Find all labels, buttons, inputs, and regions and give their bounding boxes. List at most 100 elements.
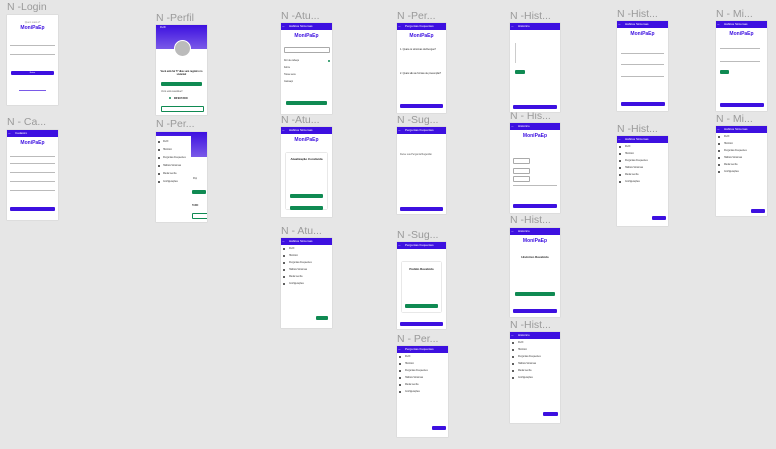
menu-item-4[interactable]: Hábitos Sintomas	[518, 363, 536, 365]
cadastro-frame[interactable]: ← Cadastro MoniPaEp	[7, 130, 58, 220]
cadastro-header: ← Cadastro	[7, 130, 58, 137]
side-menu[interactable]: Perfil Histórico Perguntas Frequentes Há…	[156, 136, 191, 222]
sug2-button[interactable]	[400, 322, 443, 326]
perfil-frame[interactable]: Perfil Você está há 7? dias sem registro…	[156, 25, 207, 115]
cadastro-field-3[interactable]	[10, 172, 55, 173]
frame-label-atu2: N -Atu...	[281, 114, 320, 126]
his3-field-3[interactable]	[513, 176, 530, 182]
search-input[interactable]	[284, 47, 330, 53]
hist5-frame[interactable]: ← Histórico MoniPaEp Histórico Recebido	[510, 228, 560, 317]
per2-frame[interactable]: Perfil Histórico Perguntas Frequentes Há…	[156, 132, 207, 222]
mi2-frame[interactable]: ← Hábitos Sintomas Perfil Histórico Pergu…	[716, 126, 767, 216]
atu3-frame[interactable]: ← Hábitos Sintomas Perfil Histórico Pergu…	[281, 238, 332, 328]
menu-item-6[interactable]: Configurações	[163, 181, 178, 183]
menu-item-6[interactable]: Configurações	[625, 181, 640, 183]
cadastro-field-2[interactable]	[10, 163, 55, 164]
hist2-frame[interactable]: ← Hábitos Sintomas MoniPaEp	[617, 21, 668, 111]
menu-item-4[interactable]: Hábitos Sintomas	[163, 165, 181, 167]
menu-item-4[interactable]: Hábitos Sintomas	[724, 157, 742, 159]
menu-item-5[interactable]: Mudar senha	[518, 370, 531, 372]
update-done-ok[interactable]	[290, 194, 323, 198]
hist2-button[interactable]	[621, 102, 665, 106]
menu-item-2[interactable]: Histórico	[625, 153, 634, 155]
hist4-button[interactable]	[652, 216, 666, 220]
per3-frame[interactable]: ← Perguntas frequentes Perfil Histórico P…	[397, 346, 448, 437]
sent-ok[interactable]	[405, 304, 438, 308]
menu-item-3[interactable]: Perguntas Frequentes	[405, 370, 428, 372]
his3-button[interactable]	[513, 204, 557, 208]
menu-item-1[interactable]: Perfil	[289, 248, 294, 250]
username-field[interactable]	[10, 45, 55, 46]
mi1-button[interactable]	[720, 103, 764, 107]
menu-item-3[interactable]: Perguntas Frequentes	[163, 157, 186, 159]
menu-item-4[interactable]: Hábitos Sintomas	[405, 377, 423, 379]
suggestion-send-button[interactable]	[400, 207, 443, 211]
menu-item-5[interactable]: Mudar senha	[405, 384, 418, 386]
hist1-button[interactable]	[513, 105, 557, 109]
menu-item-6[interactable]: Configurações	[289, 283, 304, 285]
per1-frame[interactable]: ← Perguntas frequentes MoniPaEp 1. Quais …	[397, 23, 446, 113]
perfil-update-button[interactable]	[161, 106, 204, 112]
hist5-button[interactable]	[513, 309, 557, 313]
app-logo: MoniPaEp	[20, 25, 45, 32]
menu-item-1[interactable]: Perfil	[518, 342, 523, 344]
hist4-frame[interactable]: ← Hábitos Sintomas Perfil Histórico Pergu…	[617, 136, 668, 226]
frame-label-sug1: N -Sug...	[397, 114, 439, 126]
menu-item-1[interactable]: Perfil	[625, 146, 630, 148]
frame-label-cadastro: N - Ca...	[7, 116, 47, 128]
menu-item-5[interactable]: Mudar senha	[625, 174, 638, 176]
cadastro-field-4[interactable]	[10, 181, 55, 182]
menu-item-3[interactable]: Perguntas Frequentes	[724, 150, 747, 152]
login-frame[interactable]: Quem você é? MoniPaEp Entrar	[7, 15, 58, 105]
menu-item-3[interactable]: Perguntas Frequentes	[625, 160, 648, 162]
sent-title: Pedido Recebido	[409, 267, 434, 271]
gear-icon	[158, 181, 161, 184]
hist5-ok[interactable]	[515, 292, 555, 296]
menu-item-1[interactable]: Perfil	[405, 356, 410, 358]
menu-item-3[interactable]: Perguntas Frequentes	[518, 356, 541, 358]
menu-item-2[interactable]: Histórico	[289, 255, 298, 257]
hist6-frame[interactable]: ← Histórico Perfil Histórico Perguntas Fr…	[510, 332, 560, 423]
gear-icon	[512, 377, 515, 380]
mi1-frame[interactable]: ← Hábitos Sintomas MoniPaEp	[716, 21, 767, 111]
his3-field-1[interactable]	[513, 158, 530, 164]
menu-item-2[interactable]: Histórico	[724, 143, 733, 145]
menu-item-2[interactable]: Histórico	[518, 349, 527, 351]
history-icon	[399, 363, 402, 366]
menu-item-1[interactable]: Perfil	[724, 136, 729, 138]
per1-button[interactable]	[400, 104, 443, 108]
menu-item-1[interactable]: Perfil	[163, 141, 168, 143]
menu-item-5[interactable]: Mudar senha	[163, 173, 176, 175]
atu2-frame[interactable]: ← Hábitos Sintomas MoniPaEp Atualização C…	[281, 127, 332, 217]
atu1-frame[interactable]: ← Hábitos Sintomas MoniPaEp Dor de cabeça…	[281, 23, 332, 114]
health-icon	[512, 363, 515, 366]
menu-item-5[interactable]: Mudar senha	[289, 276, 302, 278]
per3-button[interactable]	[432, 426, 446, 430]
perfil-status-bar	[161, 82, 202, 86]
menu-item-6[interactable]: Configurações	[405, 391, 420, 393]
atu2-button[interactable]	[290, 206, 323, 210]
hist6-button[interactable]	[543, 412, 558, 416]
his3-frame[interactable]: ← Histórico MoniPaEp	[510, 123, 560, 213]
signup-link[interactable]	[19, 90, 46, 91]
symptom-1-toggle[interactable]	[328, 60, 330, 62]
cadastro-button[interactable]	[10, 207, 55, 211]
mi2-button[interactable]	[751, 209, 765, 213]
his3-field-2[interactable]	[513, 168, 530, 174]
menu-item-5[interactable]: Mudar senha	[724, 164, 737, 166]
password-field[interactable]	[10, 54, 55, 55]
menu-item-6[interactable]: Configurações	[518, 377, 533, 379]
sug1-frame[interactable]: ← Perguntas frequentes Deixe sua Pergunta…	[397, 127, 446, 214]
sug2-frame[interactable]: ← Perguntas frequentes Pedido Recebido	[397, 242, 446, 329]
menu-item-2[interactable]: Histórico	[163, 149, 172, 151]
cadastro-field-5[interactable]	[10, 190, 55, 191]
cadastro-field-1[interactable]	[10, 156, 55, 157]
atu3-button[interactable]	[316, 316, 328, 320]
menu-item-4[interactable]: Hábitos Sintomas	[625, 167, 643, 169]
menu-item-2[interactable]: Histórico	[405, 363, 414, 365]
menu-item-3[interactable]: Perguntas Frequentes	[289, 262, 312, 264]
menu-item-4[interactable]: Hábitos Sintomas	[289, 269, 307, 271]
menu-item-6[interactable]: Configurações	[724, 171, 739, 173]
hist1-frame[interactable]: ← Histórico	[510, 23, 560, 112]
atu1-update-button[interactable]	[286, 101, 327, 105]
